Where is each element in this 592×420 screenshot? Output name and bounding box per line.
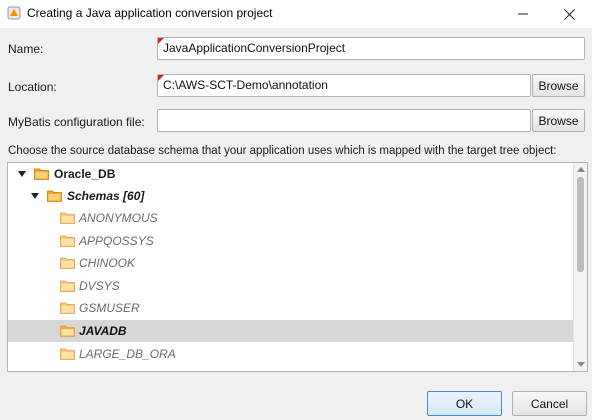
schema-folder-icon [60,302,75,315]
location-field-value: C:\AWS-SCT-Demo\annotation [163,78,328,92]
schema-folder-icon [60,235,75,247]
location-browse-button[interactable]: Browse [532,74,585,97]
mybatis-config-field[interactable] [157,109,531,132]
schemas-folder-icon [47,190,62,202]
schemas-node-label: Schemas [60] [67,189,145,203]
tree-node-schemas[interactable]: Schemas [60] [8,185,574,207]
schema-folder-icon [60,280,75,292]
schema-item-label: JAVADB [79,324,127,338]
tree-scrollbar[interactable] [573,163,587,371]
schema-item[interactable]: APPQOSSYS [8,230,574,252]
schema-item[interactable]: LARGE_DB_ORA [8,343,574,365]
name-field[interactable]: JavaApplicationConversionProject [157,37,585,60]
name-field-value: JavaApplicationConversionProject [163,41,346,55]
location-field[interactable]: C:\AWS-SCT-Demo\annotation [157,74,531,97]
schema-item-label: APPQOSSYS [79,233,154,248]
schema-item[interactable]: ANONYMOUS [8,207,574,229]
schema-prompt: Choose the source database schema that y… [8,145,557,157]
scroll-thumb[interactable] [577,177,584,272]
ok-button[interactable]: OK [427,391,502,416]
schema-tree[interactable]: Oracle_DB Schemas [60] ANONYMOUS APPQOSSY… [7,162,588,372]
tree-node-root[interactable]: Oracle_DB [8,163,574,185]
schema-item[interactable]: CHINOOK [8,252,574,274]
schema-item-label: ANONYMOUS [79,211,158,225]
minimize-button[interactable] [500,0,546,28]
name-label: Name: [8,42,44,56]
expand-arrow-icon[interactable] [18,171,26,177]
location-label: Location: [8,80,57,94]
schema-item[interactable]: DVSYS [8,275,574,297]
schema-item[interactable]: JAVADB [8,320,574,342]
minimize-icon [518,13,528,15]
schema-folder-icon [60,212,75,224]
close-icon [563,8,575,20]
scroll-up-icon[interactable] [577,167,585,172]
schema-item-label: DVSYS [79,278,120,293]
cancel-button[interactable]: Cancel [512,391,587,416]
required-marker [158,75,164,81]
mybatis-browse-button[interactable]: Browse [532,109,585,132]
schema-item-label: LARGE_DB_ORA [79,346,176,361]
schema-folder-icon [60,257,75,270]
expand-arrow-icon[interactable] [31,193,39,199]
schema-item-label: GSMUSER [79,301,140,316]
window-title: Creating a Java application conversion p… [27,6,273,20]
schema-item-label: CHINOOK [79,256,136,271]
schema-item[interactable]: GSMUSER [8,297,574,319]
required-marker [158,38,164,44]
schema-folder-icon [60,348,75,360]
schema-folder-icon [60,325,75,337]
scroll-down-icon[interactable] [577,362,585,367]
mybatis-label: MyBatis configuration file: [8,115,145,129]
title-bar: Creating a Java application conversion p… [0,0,592,28]
aws-sct-app-icon [7,6,21,20]
tree-root-label: Oracle_DB [54,167,116,181]
database-folder-icon [34,168,49,180]
close-button[interactable] [546,0,592,28]
